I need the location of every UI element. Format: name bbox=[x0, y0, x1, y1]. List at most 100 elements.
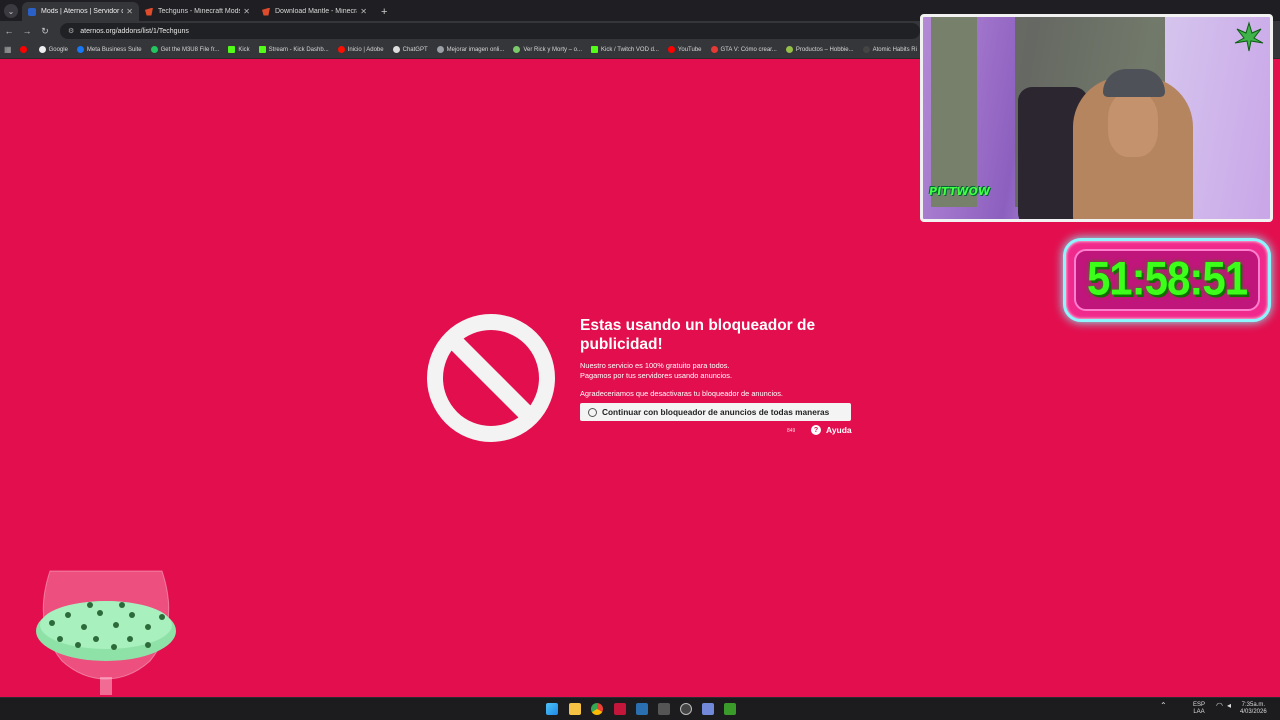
chrome-icon[interactable] bbox=[591, 703, 603, 715]
discord-icon[interactable] bbox=[702, 703, 714, 715]
tray-chevron-icon[interactable]: ⌃ bbox=[1160, 702, 1167, 710]
bookmark-label: GTA V: Cómo crear... bbox=[720, 46, 777, 53]
reload-icon[interactable]: ↻ bbox=[36, 26, 54, 37]
streamer-cap bbox=[1103, 69, 1165, 97]
new-tab-button[interactable]: + bbox=[381, 6, 387, 18]
error-code: 849 bbox=[787, 428, 796, 434]
file-explorer-icon[interactable] bbox=[569, 703, 581, 715]
bookmark-m3u8[interactable]: Get the M3U8 File fr... bbox=[150, 46, 220, 53]
obs-icon[interactable] bbox=[680, 703, 692, 715]
streamer-head bbox=[1108, 92, 1158, 157]
wifi-icon[interactable]: ◠ bbox=[1216, 702, 1223, 710]
tab-aternos[interactable]: Mods | Aternos | Servidor de M ✕ bbox=[22, 2, 139, 21]
chatgpt-icon bbox=[392, 46, 400, 53]
app-icon[interactable] bbox=[614, 703, 626, 715]
adobe-icon bbox=[337, 46, 345, 53]
close-tab-icon[interactable]: ✕ bbox=[126, 7, 133, 16]
bookmark-label: Inicio | Adobe bbox=[347, 46, 384, 53]
bookmark-label: Meta Business Suite bbox=[86, 46, 142, 53]
leaf-logo-icon bbox=[1234, 21, 1264, 52]
bookmark-icon bbox=[862, 46, 870, 53]
help-link[interactable]: ? Ayuda bbox=[811, 425, 852, 435]
notice-line-free: Nuestro servicio es 100% gratuito para t… bbox=[580, 361, 730, 370]
bookmark-label: ChatGPT bbox=[402, 46, 428, 53]
bookmark-kick-dashboard[interactable]: Stream - Kick Dashb... bbox=[258, 46, 329, 53]
curseforge-favicon-icon bbox=[145, 7, 153, 16]
volume-icon[interactable]: ◂ bbox=[1227, 702, 1231, 710]
forward-arrow-icon[interactable]: → bbox=[18, 26, 36, 36]
channel-logo-text: PITTWOW bbox=[928, 185, 991, 198]
help-question-icon: ? bbox=[811, 425, 821, 435]
bookmark-mejorar[interactable]: Mejorar imagen onli... bbox=[436, 46, 504, 53]
language-indicator[interactable]: ESP LAA bbox=[1193, 702, 1205, 716]
tab-search-icon[interactable]: ⌄ bbox=[4, 4, 18, 18]
bookmark-icon bbox=[436, 46, 444, 53]
stream-timer: 51:58:51 bbox=[1063, 238, 1271, 322]
curseforge-favicon-icon bbox=[262, 7, 270, 16]
apps-grid-icon[interactable]: ▦ bbox=[4, 45, 12, 54]
timer-value: 51:58:51 bbox=[1086, 252, 1248, 305]
close-tab-icon[interactable]: ✕ bbox=[243, 7, 250, 16]
bookmark-kick-twitch-vod[interactable]: Kick / Twitch VOD d... bbox=[591, 46, 659, 53]
bookmark-google[interactable]: Google bbox=[38, 46, 68, 53]
bookmark-label: Productos – Hobbie... bbox=[795, 46, 854, 53]
close-tab-icon[interactable]: ✕ bbox=[360, 7, 367, 16]
minecraft-icon[interactable] bbox=[724, 703, 736, 715]
bookmark-rick-morty[interactable]: Ver Rick y Morty – o... bbox=[513, 46, 582, 53]
site-info-icon[interactable]: ⚙ bbox=[68, 27, 74, 35]
help-label: Ayuda bbox=[826, 425, 852, 435]
language-sub: LAA bbox=[1193, 709, 1205, 715]
continue-with-adblocker-button[interactable]: Continuar con bloqueador de anuncios de … bbox=[580, 403, 851, 421]
aternos-favicon-icon bbox=[28, 7, 36, 16]
bookmark-icon bbox=[513, 46, 521, 53]
windows-start-icon[interactable] bbox=[546, 703, 558, 715]
language-code: ESP bbox=[1193, 702, 1206, 708]
smiley-icon bbox=[588, 407, 597, 417]
kick-icon bbox=[591, 46, 599, 53]
bookmark-label: Google bbox=[48, 46, 68, 53]
tab-techguns[interactable]: Techguns - Minecraft Mods - C ✕ bbox=[139, 2, 256, 21]
app-icon[interactable] bbox=[658, 703, 670, 715]
bookmark-label: YouTube bbox=[677, 46, 702, 53]
bookmark-adobe[interactable]: Inicio | Adobe bbox=[337, 46, 384, 53]
bookmark-label: Get the M3U8 File fr... bbox=[160, 46, 220, 53]
clock-date: 4/03/2026 bbox=[1240, 709, 1267, 715]
continue-button-label: Continuar con bloqueador de anuncios de … bbox=[602, 407, 830, 417]
clock-time: 7:35a.m. bbox=[1241, 702, 1266, 708]
bookmark-meta[interactable]: Meta Business Suite bbox=[76, 46, 142, 53]
bookmark-icon bbox=[150, 46, 158, 53]
bookmark-gta[interactable]: GTA V: Cómo crear... bbox=[710, 46, 777, 53]
webcam-overlay: PITTWOW bbox=[920, 14, 1273, 222]
bookmark-label: Atomic Habits Ri bbox=[872, 46, 917, 53]
prohibited-icon bbox=[427, 314, 555, 442]
bookmark-label: Kick / Twitch VOD d... bbox=[601, 46, 659, 53]
google-icon bbox=[38, 46, 46, 53]
bookmark-icon bbox=[19, 46, 27, 53]
notice-line-request: Agradeceriamos que desactivaras tu bloqu… bbox=[580, 389, 783, 398]
bookmark-youtube-pin[interactable] bbox=[19, 46, 30, 53]
webcam-curtain bbox=[931, 17, 977, 207]
tab-title: Mods | Aternos | Servidor de M bbox=[41, 8, 124, 15]
bookmark-chatgpt[interactable]: ChatGPT bbox=[392, 46, 428, 53]
back-arrow-icon[interactable]: ← bbox=[0, 26, 18, 36]
url-text: aternos.org/addons/list/1/Techguns bbox=[80, 27, 189, 35]
bookmark-label: Ver Rick y Morty – o... bbox=[523, 46, 583, 53]
bookmark-icon bbox=[710, 46, 718, 53]
address-bar[interactable]: ⚙ aternos.org/addons/list/1/Techguns bbox=[60, 23, 920, 39]
tab-title: Techguns - Minecraft Mods - C bbox=[158, 8, 241, 15]
bookmark-atomic-habits[interactable]: Atomic Habits Ri bbox=[862, 46, 917, 53]
shopify-icon bbox=[785, 46, 793, 53]
kick-icon bbox=[228, 46, 236, 53]
bookmark-label: Kick bbox=[238, 46, 250, 53]
notice-line-ads: Pagamos por tus servidores usando anunci… bbox=[580, 370, 733, 380]
bookmark-kick[interactable]: Kick bbox=[228, 46, 250, 53]
notice-title: Estas usando un bloqueador de publicidad… bbox=[580, 317, 816, 353]
bookmark-youtube[interactable]: YouTube bbox=[667, 46, 702, 53]
clock[interactable]: 7:35a.m. 4/03/2026 bbox=[1240, 702, 1267, 716]
tab-mantle[interactable]: Download Mantle - Minecraft M ✕ bbox=[256, 2, 373, 21]
bookmark-label: Stream - Kick Dashb... bbox=[268, 46, 329, 53]
tab-title: Download Mantle - Minecraft M bbox=[275, 8, 357, 15]
bookmark-productos[interactable]: Productos – Hobbie... bbox=[785, 46, 854, 53]
steam-icon[interactable] bbox=[636, 703, 648, 715]
windows-taskbar: ⌃ ESP LAA ◠ ◂ 7:35a.m. 4/03/2026 bbox=[0, 697, 1280, 720]
